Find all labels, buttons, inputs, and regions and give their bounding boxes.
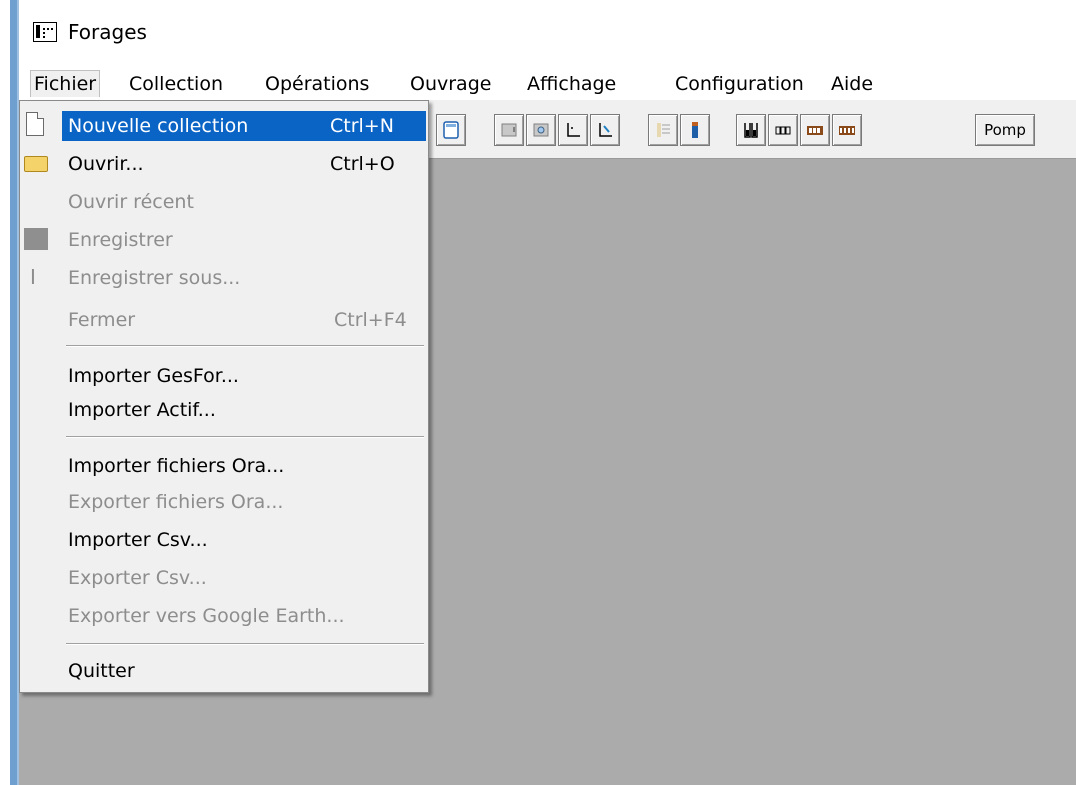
menu-item-quitter[interactable]: Quitter — [20, 652, 428, 690]
menu-item-fermer[interactable]: Fermer Ctrl+F4 — [20, 301, 428, 339]
menu-item-importer-gesfor[interactable]: Importer GesFor... — [20, 357, 428, 395]
boxes-color-alt-icon — [839, 126, 855, 135]
zoom-icon — [533, 123, 549, 137]
title-bar[interactable]: Forages — [19, 0, 1076, 66]
menu-item-enregistrer[interactable]: Enregistrer — [20, 221, 428, 259]
menu-collection[interactable]: Collection — [126, 71, 226, 97]
menu-ouvrage[interactable]: Ouvrage — [407, 71, 494, 97]
boxes-color-icon — [807, 126, 823, 135]
boxes-icon — [775, 126, 791, 135]
axes-edit-icon — [599, 123, 612, 137]
new-document-icon — [26, 112, 44, 136]
menu-item-importer-fichiers-ora[interactable]: Importer fichiers Ora... — [20, 447, 428, 485]
toolbar-layers-button[interactable] — [736, 114, 766, 146]
menu-item-exporter-csv[interactable]: Exporter Csv... — [20, 559, 428, 597]
window-left-border — [10, 0, 19, 785]
toolbar-column-button[interactable] — [680, 114, 710, 146]
menu-fichier[interactable]: Fichier — [30, 70, 101, 97]
window-title: Forages — [68, 20, 147, 44]
panel-icon — [501, 123, 517, 137]
layers-icon — [744, 123, 758, 138]
column-icon — [692, 122, 698, 138]
toolbar-axes-edit-button[interactable] — [590, 114, 620, 146]
menu-configuration[interactable]: Configuration — [672, 71, 807, 97]
menu-item-exporter-google-earth[interactable]: Exporter vers Google Earth... — [20, 597, 428, 635]
menu-separator — [66, 436, 424, 438]
list-icon — [657, 123, 670, 137]
menu-item-nouvelle-collection[interactable]: Nouvelle collection Ctrl+N — [20, 107, 428, 145]
menu-separator — [66, 345, 424, 347]
axes-icon — [567, 123, 580, 137]
toolbar-panel-button[interactable] — [494, 114, 524, 146]
menu-aide[interactable]: Aide — [828, 71, 876, 97]
menu-item-importer-actif[interactable]: Importer Actif... — [20, 391, 428, 429]
toolbar-list-button[interactable] — [648, 114, 678, 146]
toolbar-boxes-button[interactable] — [768, 114, 798, 146]
save-icon — [24, 228, 48, 250]
toolbar-boxes-color-alt-button[interactable] — [832, 114, 862, 146]
menu-operations[interactable]: Opérations — [262, 71, 372, 97]
menu-bar: Fichier Collection Opérations Ouvrage Af… — [19, 66, 1076, 100]
menu-separator — [66, 643, 424, 645]
toolbar-zoom-button[interactable] — [526, 114, 556, 146]
menu-item-ouvrir[interactable]: Ouvrir... Ctrl+O — [20, 145, 428, 183]
menu-affichage[interactable]: Affichage — [524, 71, 619, 97]
menu-item-enregistrer-sous[interactable]: I Enregistrer sous... — [20, 259, 428, 297]
pomp-button[interactable]: Pomp — [975, 114, 1035, 146]
toolbar-boxes-color-button[interactable] — [800, 114, 830, 146]
menu-item-importer-csv[interactable]: Importer Csv... — [20, 521, 428, 559]
fichier-dropdown-menu: Nouvelle collection Ctrl+N Ouvrir... Ctr… — [19, 100, 429, 693]
menu-item-ouvrir-recent[interactable]: Ouvrir récent — [20, 183, 428, 221]
app-icon[interactable] — [33, 22, 57, 42]
save-as-icon: I — [30, 265, 36, 289]
toolbar-form-button[interactable] — [436, 114, 466, 146]
folder-open-icon — [24, 156, 48, 172]
menu-item-exporter-fichiers-ora[interactable]: Exporter fichiers Ora... — [20, 483, 428, 521]
toolbar-axes-button[interactable] — [558, 114, 588, 146]
form-icon — [443, 121, 459, 139]
